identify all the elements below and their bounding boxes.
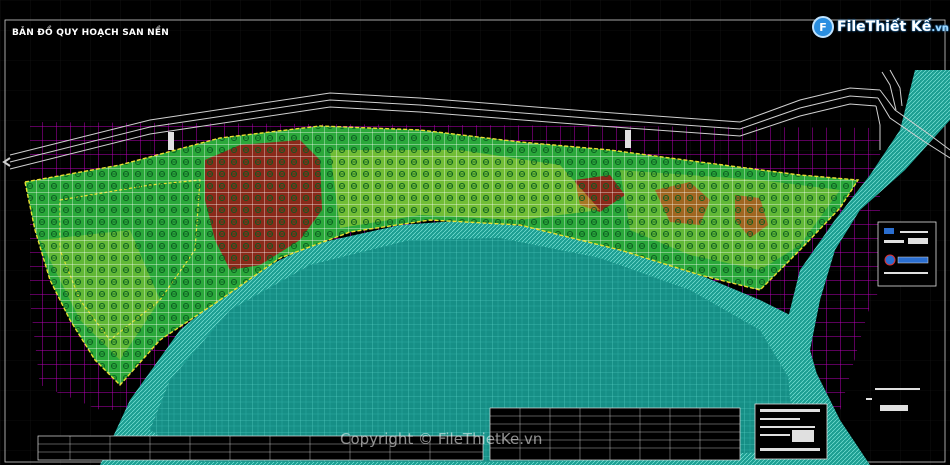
- logo-tld-text: .vn: [931, 23, 949, 34]
- site-logo[interactable]: F FileThiết Kế.vn: [812, 14, 949, 40]
- logo-main-text: FileThiết Kế: [837, 19, 932, 35]
- map-title: BẢN ĐỒ QUY HOẠCH SAN NỀN: [12, 28, 169, 38]
- legend-box[interactable]: [877, 221, 937, 287]
- logo-badge-icon: F: [812, 16, 834, 38]
- copyright-watermark: Copyright © FileThietKe.vn: [340, 430, 543, 448]
- cad-drawing-canvas[interactable]: [0, 0, 950, 465]
- title-block: [754, 403, 828, 460]
